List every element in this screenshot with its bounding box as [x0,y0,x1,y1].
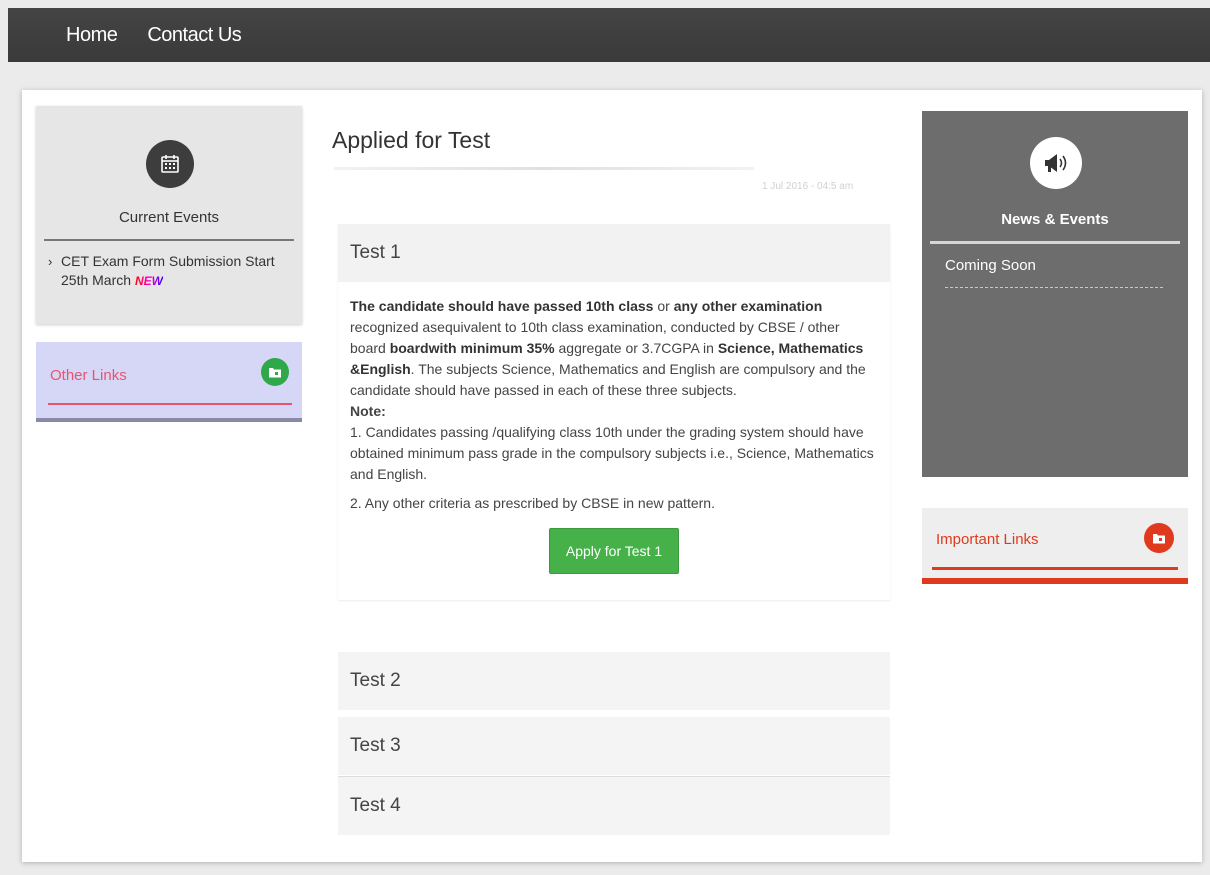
divider [932,567,1178,570]
title-divider [334,167,754,170]
folder-icon [1144,523,1174,553]
eligibility-text-part: aggregate or 3.7CGPA in [554,340,718,356]
eligibility-bold: any other examination [673,298,823,314]
other-links-title: Other Links [50,367,127,384]
news-events-panel: News & Events Coming Soon [922,111,1188,477]
divider [930,241,1180,244]
divider [44,239,294,241]
accordion-test-3: Test 3 [338,716,890,775]
accordion-header-test-4[interactable]: Test 4 [338,777,890,835]
accordion-body-test-1: The candidate should have passed 10th cl… [338,282,890,600]
accordion-header-test-3[interactable]: Test 3 [338,717,890,775]
divider [48,403,292,405]
dashed-divider [945,287,1163,288]
eligibility-text-part: or [653,298,674,314]
folder-icon [261,358,289,386]
eligibility-bold: boardwith minimum 35% [389,340,555,356]
eligibility-bold: The candidate should have passed 10th cl… [350,298,654,314]
apply-wrapper: Apply for Test 1 [350,528,878,574]
event-item-text: CET Exam Form Submission Start 25th Marc… [61,253,275,288]
accordion-header-test-2[interactable]: Test 2 [338,652,890,710]
nav-contact-link[interactable]: Contact Us [147,24,241,47]
event-item[interactable]: › CET Exam Form Submission Start 25th Ma… [48,252,288,291]
nav-home-link[interactable]: Home [66,24,118,47]
important-links-panel[interactable]: Important Links [922,508,1188,584]
apply-test-1-button[interactable]: Apply for Test 1 [548,528,680,574]
megaphone-icon [1030,137,1082,189]
accordion-header-test-1[interactable]: Test 1 [338,224,890,282]
eligibility-text: The candidate should have passed 10th cl… [350,296,878,401]
accordion-test-1: Test 1 The candidate should have passed … [338,224,890,600]
date-stamp: 1 Jul 2016 - 04:5 am [762,181,854,192]
page-content: Current Events › CET Exam Form Submissio… [22,90,1202,862]
note-item-2: 2. Any other criteria as prescribed by C… [350,495,715,511]
chevron-right-icon: › [48,254,53,269]
accordion-test-4: Test 4 [338,776,890,835]
new-badge: NEW [134,274,163,288]
note-title: Note: [350,403,386,419]
important-links-title: Important Links [936,531,1039,548]
current-events-title: Current Events [118,209,220,226]
top-navbar: Home Contact Us [8,8,1210,62]
news-item[interactable]: Coming Soon [945,257,1036,274]
accordion-test-2: Test 2 [338,652,890,710]
eligibility-text-part: . The subjects Science, Mathematics and … [350,361,866,398]
calendar-icon [146,140,194,188]
current-events-panel: Current Events › CET Exam Form Submissio… [36,106,302,324]
other-links-panel[interactable]: Other Links [36,342,302,422]
news-events-title: News & Events [1001,211,1109,228]
page-title: Applied for Test [332,127,491,153]
note-item-1: 1. Candidates passing /qualifying class … [350,424,874,482]
